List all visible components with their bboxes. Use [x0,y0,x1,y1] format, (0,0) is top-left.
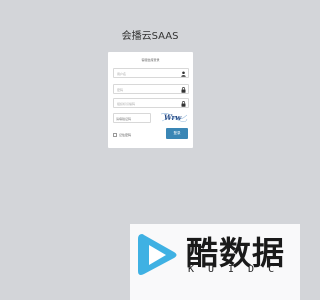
username-input[interactable] [117,70,179,77]
captcha-field[interactable] [113,113,151,123]
login-card: 客服坐席登录 Wrw 记住密码 登录 [108,52,193,148]
captcha-text: Wrw [164,113,182,122]
play-logo-icon [138,234,177,275]
login-heading: 客服坐席登录 [141,58,160,62]
app-title: 会播云SAAS [121,31,179,42]
watermark: 酷数据 KUIDC [130,224,300,300]
captcha-input[interactable] [116,115,150,122]
password-input[interactable] [117,86,179,93]
login-button[interactable]: 登录 [166,128,188,139]
org-input[interactable] [117,100,179,107]
password-field[interactable] [113,84,189,94]
watermark-sub: KUIDC [188,264,289,275]
remember-password[interactable]: 记住密码 [113,131,131,139]
lock-icon [181,87,186,93]
username-field[interactable] [113,68,189,78]
remember-label: 记住密码 [119,133,132,137]
captcha-image[interactable]: Wrw [160,111,188,123]
user-icon [181,71,186,77]
remember-checkbox[interactable] [113,133,117,137]
org-field[interactable] [113,98,189,108]
lock-icon [181,101,186,107]
